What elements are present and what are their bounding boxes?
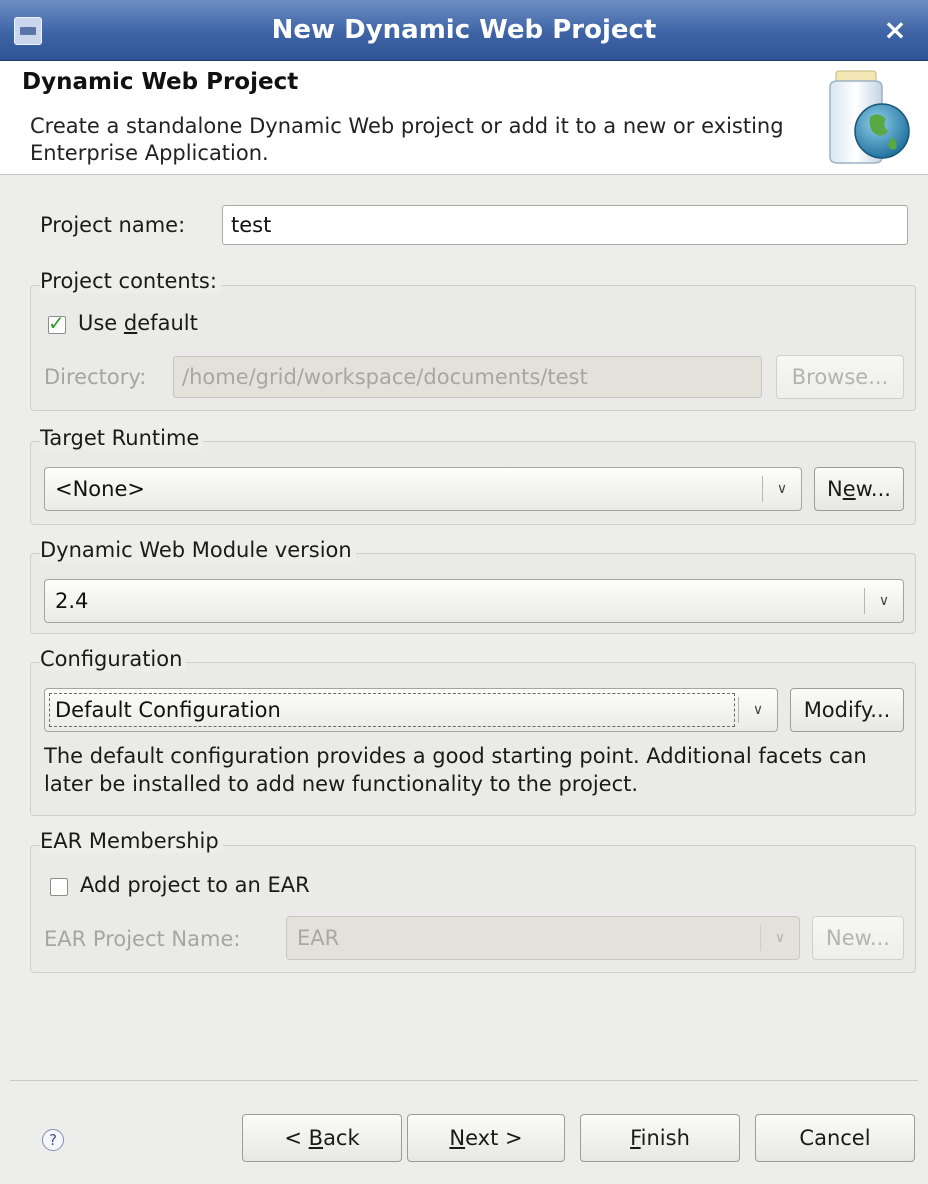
directory-label: Directory: (44, 365, 147, 389)
directory-input: /home/grid/workspace/documents/test (173, 356, 762, 398)
web-project-jar-icon (829, 70, 910, 164)
chevron-down-icon: ∨ (878, 593, 890, 609)
page-title: Dynamic Web Project (22, 69, 299, 95)
dialog-window: New Dynamic Web Project × Dynamic Web Pr… (0, 0, 928, 1184)
title-bar[interactable]: New Dynamic Web Project × (0, 0, 928, 61)
web-module-version-select[interactable]: 2.4 ∨ (44, 579, 904, 623)
window-title: New Dynamic Web Project (271, 15, 657, 45)
footer-divider (10, 1080, 918, 1081)
cancel-button[interactable]: Cancel (755, 1114, 915, 1162)
ear-project-name-label: EAR Project Name: (44, 927, 241, 951)
check-icon: ✓ (48, 311, 65, 335)
browse-button: Browse... (776, 355, 904, 399)
next-button[interactable]: Next > (407, 1114, 565, 1162)
chevron-down-icon: ∨ (752, 702, 764, 718)
add-to-ear-label: Add project to an EAR (80, 873, 310, 897)
configuration-title: Configuration (40, 647, 187, 671)
finish-button[interactable]: Finish (580, 1114, 740, 1162)
ear-project-name-select: EAR ∨ (286, 916, 800, 960)
close-icon[interactable]: × (876, 11, 914, 49)
wizard-banner: Dynamic Web Project Create a standalone … (0, 61, 928, 175)
help-icon[interactable]: ? (42, 1129, 64, 1151)
chevron-down-icon: ∨ (776, 481, 788, 497)
project-name-label: Project name: (40, 213, 186, 237)
new-ear-button: New... (812, 916, 904, 960)
modify-button[interactable]: Modify... (790, 688, 904, 732)
project-contents-title: Project contents: (40, 269, 221, 293)
ear-membership-title: EAR Membership (40, 829, 223, 853)
web-module-version-value: 2.4 (55, 589, 89, 613)
target-runtime-value: <None> (55, 477, 145, 501)
page-description: Create a standalone Dynamic Web project … (30, 114, 784, 165)
add-to-ear-checkbox[interactable] (50, 878, 68, 896)
configuration-description: The default configuration provides a goo… (44, 744, 867, 796)
ear-project-name-value: EAR (297, 926, 340, 950)
configuration-select[interactable]: Default Configuration ∨ (44, 688, 778, 732)
new-runtime-button[interactable]: New... (814, 467, 904, 511)
project-name-input[interactable]: test (222, 205, 908, 245)
back-button[interactable]: < Back (242, 1114, 402, 1162)
configuration-value: Default Configuration (55, 698, 281, 722)
target-runtime-select[interactable]: <None> ∨ (44, 467, 802, 511)
chevron-down-icon: ∨ (774, 930, 786, 946)
web-module-version-title: Dynamic Web Module version (40, 538, 356, 562)
use-default-label: Use default (78, 311, 198, 335)
target-runtime-title: Target Runtime (40, 426, 204, 450)
use-default-checkbox[interactable]: ✓ (48, 311, 66, 335)
